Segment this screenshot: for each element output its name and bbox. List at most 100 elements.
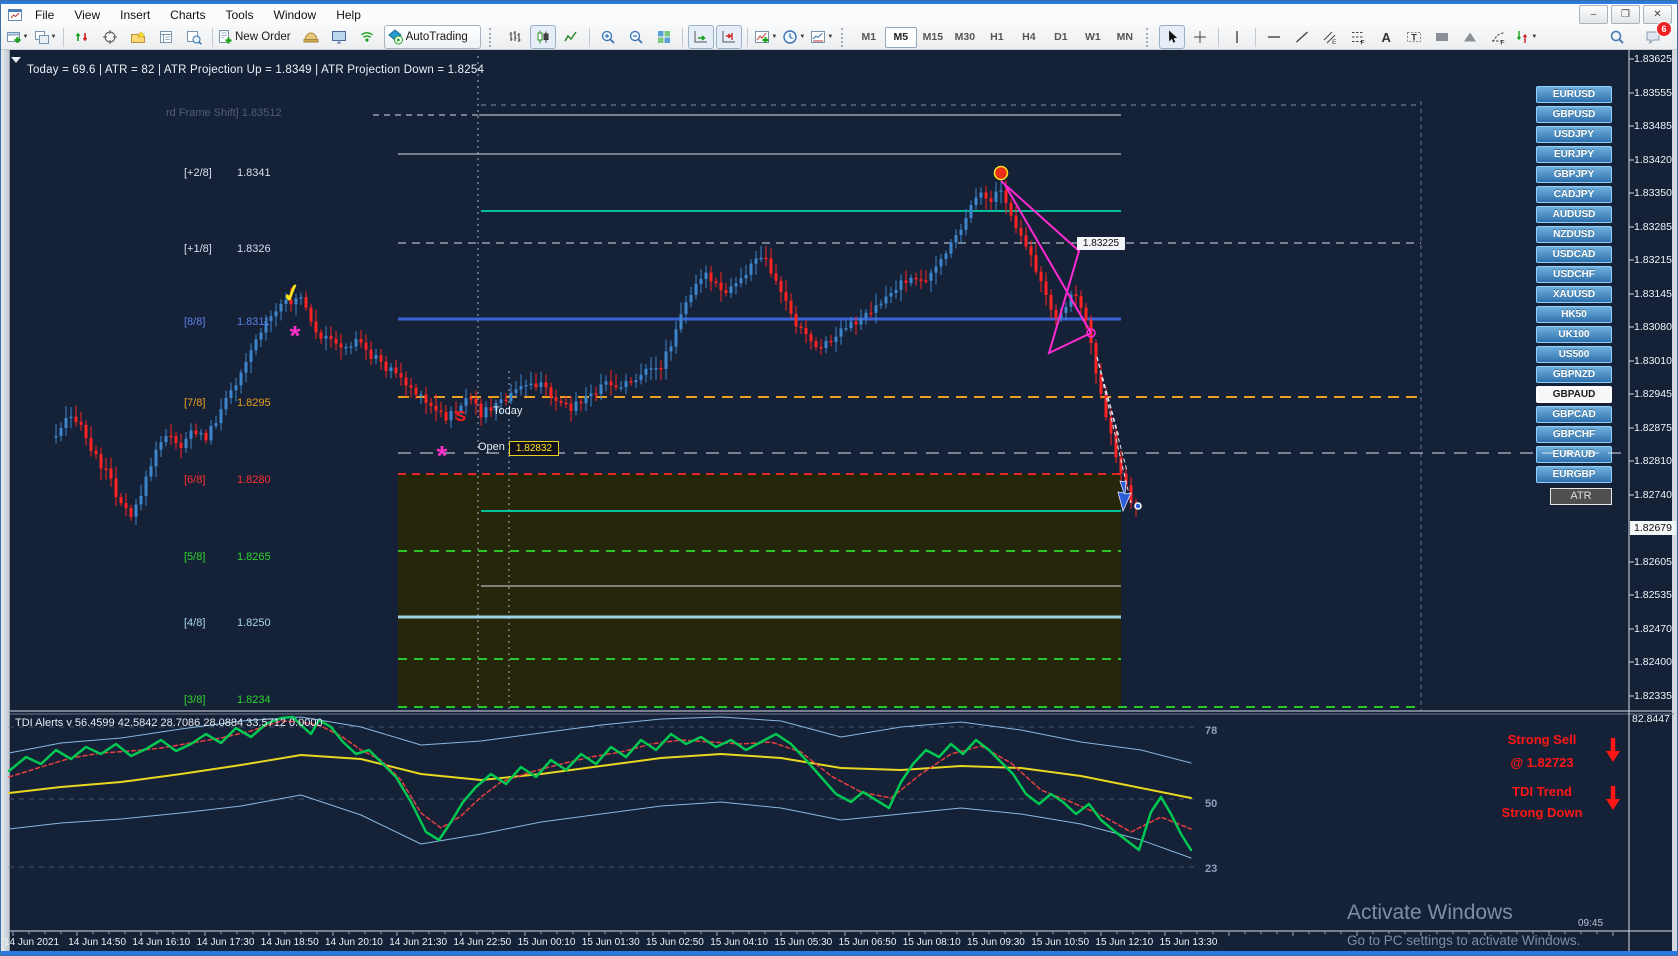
horizontal-line-button[interactable] <box>1261 25 1287 49</box>
new-order-button[interactable]: New Order <box>217 29 297 45</box>
symbol-button-cadjpy[interactable]: CADJPY <box>1536 186 1612 203</box>
menu-bar: File View Insert Charts Tools Window Help – ❐ ✕ <box>1 4 1677 26</box>
symbol-button-eurgbp[interactable]: EURGBP <box>1536 466 1612 483</box>
periods-button[interactable]: ▼ <box>781 25 807 49</box>
new-chart-button[interactable]: ▼ <box>4 25 30 49</box>
cursor-button[interactable] <box>1158 25 1185 49</box>
menu-window[interactable]: Window <box>264 5 327 25</box>
strategy-tester-button[interactable] <box>181 25 207 49</box>
rectangle-button[interactable] <box>1429 25 1455 49</box>
expert-advisors-button[interactable] <box>298 25 324 49</box>
symbol-button-nzdusd[interactable]: NZDUSD <box>1536 226 1612 243</box>
vertical-line-button[interactable] <box>1224 25 1250 49</box>
chart-shift-button[interactable] <box>715 25 742 49</box>
signals-button[interactable] <box>354 25 380 49</box>
symbol-button-xauusd[interactable]: XAUUSD <box>1536 286 1612 303</box>
restore-button[interactable]: ❐ <box>1611 5 1640 24</box>
open-marker-label: Open <box>478 441 505 453</box>
chart-objects-dropdown-icon[interactable] <box>11 57 21 63</box>
fullscreen-button[interactable] <box>326 25 352 49</box>
path-end-dot <box>1134 502 1142 510</box>
left-panel-edge[interactable] <box>1 50 10 955</box>
atr-button[interactable]: ATR <box>1550 488 1612 505</box>
crosshair-button[interactable] <box>1187 25 1213 49</box>
zoom-out-button[interactable] <box>623 25 649 49</box>
profiles-icon <box>34 31 49 44</box>
base-line <box>8 753 1192 799</box>
data-window-icon <box>160 31 172 43</box>
murrey-price: 1.8341 <box>237 167 271 179</box>
menu-file[interactable]: File <box>25 5 64 25</box>
symbol-button-gbpnzd[interactable]: GBPNZD <box>1536 366 1612 383</box>
timeframe-m15[interactable]: M15 <box>917 27 949 48</box>
murrey-level-label: [5/8] 1.8265 <box>184 551 271 563</box>
notifications-button[interactable]: 6 <box>1640 21 1672 49</box>
toolbar-right-group: 6 <box>1603 21 1672 49</box>
signal-price: @ 1.82723 <box>1510 755 1574 770</box>
symbol-button-usdjpy[interactable]: USDJPY <box>1536 126 1612 143</box>
indicators-button[interactable]: ▼ <box>753 25 779 49</box>
timeframe-m30[interactable]: M30 <box>949 27 981 48</box>
fibo-expansion-icon: F <box>1491 32 1504 45</box>
text-button[interactable]: A <box>1373 25 1399 49</box>
trendline-button[interactable] <box>1289 25 1315 49</box>
tdi-indicator-header: TDI Alerts v 56.4599 42.5842 28.7086 28.… <box>15 717 323 729</box>
menu-tools[interactable]: Tools <box>216 5 264 25</box>
tick-chart-button[interactable] <box>69 25 95 49</box>
symbol-button-gbpaud[interactable]: GBPAUD <box>1536 386 1612 403</box>
auto-scroll-button[interactable] <box>687 25 714 49</box>
favorites-button[interactable] <box>125 25 151 49</box>
symbol-button-usdchf[interactable]: USDCHF <box>1536 266 1612 283</box>
search-button[interactable] <box>1604 25 1630 49</box>
menu-charts[interactable]: Charts <box>160 5 215 25</box>
menu-help[interactable]: Help <box>326 5 371 25</box>
symbol-button-gbpusd[interactable]: GBPUSD <box>1536 106 1612 123</box>
timeframe-h1[interactable]: H1 <box>981 27 1013 48</box>
data-window-button[interactable] <box>153 25 179 49</box>
symbol-button-euraud[interactable]: EURAUD <box>1536 446 1612 463</box>
minimize-button[interactable]: – <box>1579 5 1608 24</box>
arrows-button[interactable]: ▼ <box>1513 25 1539 49</box>
symbol-button-uk100[interactable]: UK100 <box>1536 326 1612 343</box>
bar-chart-button[interactable] <box>502 25 528 49</box>
zoom-in-button[interactable] <box>595 25 621 49</box>
symbol-button-gbpjpy[interactable]: GBPJPY <box>1536 166 1612 183</box>
murrey-fraction: [7/8] <box>184 397 206 409</box>
timeframe-w1[interactable]: W1 <box>1077 27 1109 48</box>
toolbar-separator <box>63 27 64 47</box>
symbol-button-eurusd[interactable]: EURUSD <box>1536 86 1612 103</box>
symbol-button-gbpcad[interactable]: GBPCAD <box>1536 406 1612 423</box>
fibo-expansion-button[interactable]: F <box>1485 25 1511 49</box>
symbol-button-us500[interactable]: US500 <box>1536 346 1612 363</box>
templates-button[interactable]: ▼ <box>809 25 835 49</box>
fibonacci-button[interactable]: F <box>1345 25 1371 49</box>
current-price-tag: 1.82679 <box>1630 521 1676 535</box>
equidistant-channel-button[interactable]: E <box>1317 25 1343 49</box>
symbol-button-gbpchf[interactable]: GBPCHF <box>1536 426 1612 443</box>
menu-insert[interactable]: Insert <box>110 5 160 25</box>
activate-windows-watermark: Activate Windows <box>1347 901 1513 924</box>
triangle-button[interactable] <box>1457 25 1483 49</box>
symbol-button-usdcad[interactable]: USDCAD <box>1536 246 1612 263</box>
timeframe-h4[interactable]: H4 <box>1013 27 1045 48</box>
crosshair-target-button[interactable] <box>97 25 123 49</box>
timeframe-m5[interactable]: M5 <box>884 26 917 48</box>
toolbar-separator <box>746 27 748 47</box>
autotrading-button[interactable]: AutoTrading <box>383 25 481 49</box>
open-price-tag: 1.82832 <box>509 441 559 456</box>
profiles-button[interactable]: ▼ <box>32 25 58 49</box>
symbol-button-hk50[interactable]: HK50 <box>1536 306 1612 323</box>
tile-windows-button[interactable] <box>651 25 677 49</box>
text-label-button[interactable]: T <box>1401 25 1427 49</box>
timeframe-mn[interactable]: MN <box>1109 27 1141 48</box>
line-chart-button[interactable] <box>558 25 584 49</box>
symbol-button-audusd[interactable]: AUDUSD <box>1536 206 1612 223</box>
triangle-icon <box>1463 32 1476 42</box>
menu-view[interactable]: View <box>64 5 110 25</box>
symbol-button-eurjpy[interactable]: EURJPY <box>1536 146 1612 163</box>
timeframe-m1[interactable]: M1 <box>853 27 885 48</box>
time-axis-label: 15 Jun 04:10 <box>710 937 769 948</box>
timeframe-d1[interactable]: D1 <box>1045 27 1077 48</box>
murrey-price: 1.8280 <box>237 474 271 486</box>
candlestick-button[interactable] <box>529 25 556 49</box>
